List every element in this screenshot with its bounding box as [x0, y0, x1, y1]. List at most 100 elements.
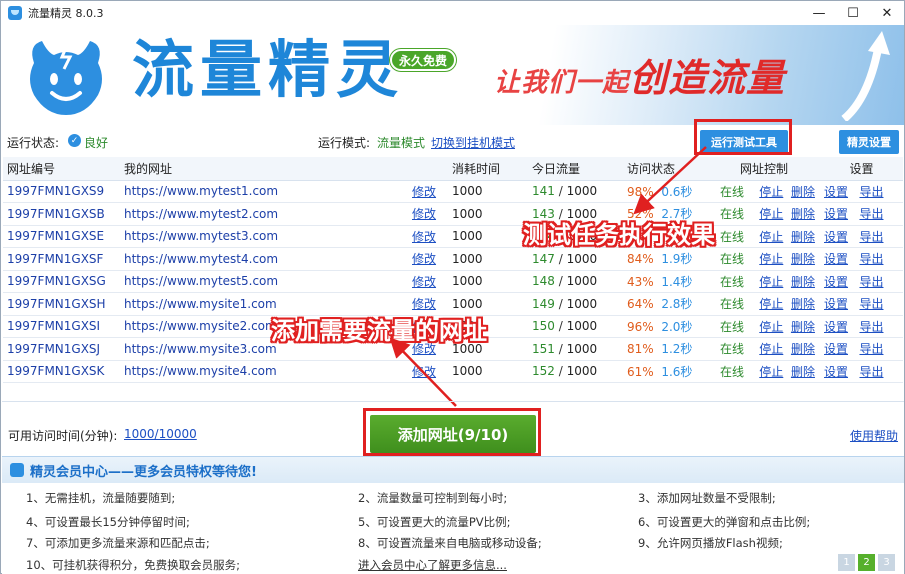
online-status: 在线 [720, 297, 745, 312]
row-today: 149 / 1000 [532, 296, 598, 311]
stop-link[interactable]: 停止 [759, 207, 783, 221]
export-link[interactable]: 导出 [859, 185, 883, 199]
header-control: 网址控制 [708, 157, 820, 181]
row-status-percent: 43% [627, 274, 654, 289]
online-status: 在线 [720, 207, 745, 222]
table-row: 1997FMN1GXSK https://www.mysite4.com 修改 100… [3, 360, 903, 383]
stop-link[interactable]: 停止 [759, 275, 783, 289]
row-status-seconds: 1.2秒 [661, 342, 693, 357]
row-time: 1000 [452, 364, 483, 379]
export-link[interactable]: 导出 [859, 365, 883, 379]
row-status-percent: 98% [627, 184, 654, 199]
row-settings: 设置 导出 [820, 248, 903, 271]
delete-link[interactable]: 删除 [791, 230, 815, 244]
row-today-total: 1000 [566, 364, 598, 379]
stop-link[interactable]: 停止 [759, 320, 783, 334]
row-id: 1997FMN1GXSK [7, 364, 105, 379]
delete-link[interactable]: 删除 [791, 185, 815, 199]
export-link[interactable]: 导出 [859, 297, 883, 311]
row-id: 1997FMN1GXSF [7, 251, 104, 266]
delete-link[interactable]: 删除 [791, 275, 815, 289]
row-settings-link[interactable]: 设置 [824, 275, 848, 289]
perk-9: 9、允许网页播放Flash视频; [638, 536, 783, 550]
highlight-test-tool [694, 119, 792, 155]
row-status-percent: 96% [627, 319, 654, 334]
row-id: 1997FMN1GXSB [7, 206, 105, 221]
member-more-link[interactable]: 进入会员中心了解更多信息... [358, 557, 507, 573]
row-id: 1997FMN1GXSG [7, 274, 106, 289]
window-title: 流量精灵 8.0.3 [28, 7, 104, 20]
row-settings-link[interactable]: 设置 [824, 320, 848, 334]
export-link[interactable]: 导出 [859, 275, 883, 289]
online-status: 在线 [720, 274, 745, 289]
stop-link[interactable]: 停止 [759, 365, 783, 379]
delete-link[interactable]: 删除 [791, 297, 815, 311]
stop-link[interactable]: 停止 [759, 342, 783, 356]
close-button[interactable]: ✕ [870, 1, 904, 25]
page-button-2[interactable]: 2 [858, 554, 875, 571]
row-settings-link[interactable]: 设置 [824, 342, 848, 356]
row-settings-link[interactable]: 设置 [824, 207, 848, 221]
edit-link[interactable]: 修改 [412, 252, 436, 266]
stop-link[interactable]: 停止 [759, 297, 783, 311]
export-link[interactable]: 导出 [859, 230, 883, 244]
row-time: 1000 [452, 274, 483, 289]
table-row: 1997FMN1GXSB https://www.mytest2.com 修改 100… [3, 203, 903, 226]
row-status-seconds: 0.6秒 [661, 184, 693, 199]
run-status-value: 良好 [84, 136, 109, 150]
edit-link[interactable]: 修改 [412, 207, 436, 221]
edit-link[interactable]: 修改 [412, 297, 436, 311]
run-status-label: 运行状态: [7, 136, 60, 150]
stop-link[interactable]: 停止 [759, 185, 783, 199]
row-time: 1000 [452, 206, 483, 221]
switch-mode-link[interactable]: 切换到挂机模式 [431, 134, 515, 151]
close-icon: ✕ [881, 5, 893, 21]
row-settings: 设置 导出 [820, 338, 903, 361]
delete-link[interactable]: 删除 [791, 342, 815, 356]
row-settings-link[interactable]: 设置 [824, 297, 848, 311]
row-control: 在线 停止 删除 [708, 315, 820, 338]
delete-link[interactable]: 删除 [791, 207, 815, 221]
window-controls: — ☐ ✕ [802, 1, 904, 25]
member-header: 精灵会员中心——更多会员特权等待您! [2, 457, 904, 483]
row-status: 43% 1.4秒 [623, 270, 708, 293]
table-row: 1997FMN1GXSE https://www.mytest3.com 修改 100… [3, 225, 903, 248]
row-settings-link[interactable]: 设置 [824, 252, 848, 266]
page-button-3[interactable]: 3 [878, 554, 895, 571]
export-link[interactable]: 导出 [859, 320, 883, 334]
delete-link[interactable]: 删除 [791, 365, 815, 379]
maximize-button[interactable]: ☐ [836, 1, 870, 25]
stop-link[interactable]: 停止 [759, 252, 783, 266]
delete-link[interactable]: 删除 [791, 252, 815, 266]
row-status-percent: 84% [627, 252, 654, 267]
table-row: 1997FMN1GXSF https://www.mytest4.com 修改 100… [3, 248, 903, 271]
export-link[interactable]: 导出 [859, 207, 883, 221]
export-link[interactable]: 导出 [859, 342, 883, 356]
help-link[interactable]: 使用帮助 [850, 427, 898, 444]
edit-link[interactable]: 修改 [412, 275, 436, 289]
row-settings-link[interactable]: 设置 [824, 230, 848, 244]
annotation-test-effect: 测试任务执行效果 [523, 220, 715, 249]
edit-link[interactable]: 修改 [412, 230, 436, 244]
row-settings-link[interactable]: 设置 [824, 185, 848, 199]
row-control: 在线 停止 删除 [708, 293, 820, 316]
stop-link[interactable]: 停止 [759, 230, 783, 244]
row-settings: 设置 导出 [820, 203, 903, 226]
url-table: 网址编号 我的网址 消耗时间 今日流量 访问状态 网址控制 设置 1997FMN… [3, 157, 903, 383]
edit-link[interactable]: 修改 [412, 365, 436, 379]
row-settings-link[interactable]: 设置 [824, 365, 848, 379]
settings-button[interactable]: 精灵设置 [839, 130, 899, 154]
minimize-button[interactable]: — [802, 1, 836, 25]
row-status: 96% 2.0秒 [623, 315, 708, 338]
row-url: https://www.mytest4.com [124, 251, 279, 266]
row-today-total: 1000 [566, 319, 598, 334]
time-value-link[interactable]: 1000/10000 [124, 427, 197, 441]
run-mode-value: 流量模式 [377, 136, 426, 150]
page-button-1[interactable]: 1 [838, 554, 855, 571]
table-body: 1997FMN1GXS9 https://www.mytest1.com 修改 100… [3, 180, 903, 383]
delete-link[interactable]: 删除 [791, 320, 815, 334]
edit-link[interactable]: 修改 [412, 185, 436, 199]
row-settings: 设置 导出 [820, 360, 903, 383]
growth-arrow-icon [841, 31, 890, 121]
export-link[interactable]: 导出 [859, 252, 883, 266]
